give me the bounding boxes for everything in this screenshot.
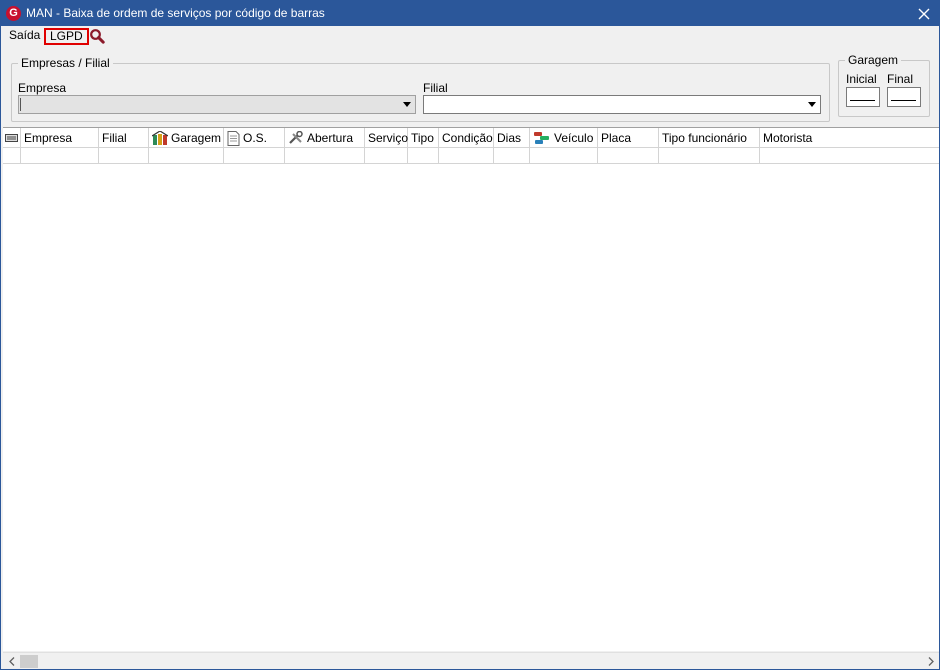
- magnifier-icon: [90, 29, 105, 44]
- col-placa[interactable]: Placa: [598, 128, 659, 148]
- col-veiculo[interactable]: Veículo: [530, 128, 598, 148]
- menu-lgpd[interactable]: LGPD: [44, 28, 89, 45]
- col-motorista-label: Motorista: [763, 131, 813, 145]
- col-abertura-label: Abertura: [307, 131, 354, 145]
- cell-empresa[interactable]: [21, 148, 99, 164]
- col-motorista[interactable]: Motorista: [760, 128, 939, 148]
- close-icon: [918, 8, 930, 19]
- chevron-down-icon: [402, 102, 411, 107]
- tools-icon: [289, 131, 303, 144]
- main-window: G MAN - Baixa de ordem de serviços por c…: [0, 0, 940, 670]
- vehicles-icon: [534, 132, 549, 144]
- garagem-legend: Garagem: [848, 53, 899, 67]
- col-filial-label: Filial: [102, 131, 127, 145]
- row-indicator-cell: [3, 148, 21, 164]
- empresas-filial-legend: Empresas / Filial: [21, 56, 110, 70]
- filial-dropdown-button[interactable]: [804, 97, 819, 112]
- keyboard-icon: [5, 134, 18, 142]
- cell-placa[interactable]: [598, 148, 659, 164]
- final-label: Final: [887, 72, 914, 86]
- text-caret: [20, 98, 21, 111]
- col-servico[interactable]: Serviço: [365, 128, 408, 148]
- orders-grid[interactable]: Empresa Filial Garagem O.S. Abertura Ser…: [3, 127, 939, 651]
- col-os-label: O.S.: [243, 131, 268, 145]
- col-os[interactable]: O.S.: [224, 128, 285, 148]
- grid-header: Empresa Filial Garagem O.S. Abertura Ser…: [3, 128, 939, 148]
- filial-combobox[interactable]: [423, 95, 821, 114]
- inicial-label: Inicial: [846, 72, 877, 86]
- col-garagem-label: Garagem: [171, 131, 222, 145]
- col-tipo-funcionario-label: Tipo funcionário: [662, 131, 747, 145]
- col-empresa[interactable]: Empresa: [21, 128, 99, 148]
- col-veiculo-label: Veículo: [554, 131, 594, 145]
- cell-veiculo[interactable]: [530, 148, 598, 164]
- scroll-right-button[interactable]: [922, 653, 939, 670]
- col-abertura[interactable]: Abertura: [285, 128, 365, 148]
- close-button[interactable]: [909, 1, 939, 26]
- empresa-label: Empresa: [18, 81, 67, 95]
- row-indicator-header[interactable]: [3, 128, 21, 148]
- col-dias-label: Dias: [497, 131, 522, 145]
- col-filial[interactable]: Filial: [99, 128, 149, 148]
- garagem-final-input[interactable]: [887, 87, 921, 107]
- col-condicao-label: Condição: [442, 131, 493, 145]
- col-tipo-label: Tipo: [411, 131, 434, 145]
- col-tipo-funcionario[interactable]: Tipo funcionário: [659, 128, 760, 148]
- col-servico-label: Serviço: [368, 131, 409, 145]
- chevron-down-icon: [807, 102, 816, 107]
- col-empresa-label: Empresa: [24, 131, 73, 145]
- app-logo-icon: G: [6, 6, 21, 21]
- horizontal-scrollbar[interactable]: [3, 652, 939, 669]
- empresa-combobox[interactable]: [18, 95, 416, 114]
- title-bar[interactable]: G MAN - Baixa de ordem de serviços por c…: [1, 1, 939, 26]
- cell-motorista[interactable]: [760, 148, 939, 164]
- menu-saida[interactable]: Saída: [6, 28, 43, 45]
- cell-servico[interactable]: [365, 148, 408, 164]
- cell-os[interactable]: [224, 148, 285, 164]
- col-condicao[interactable]: Condição: [439, 128, 494, 148]
- cell-garagem[interactable]: [149, 148, 224, 164]
- table-row[interactable]: [3, 148, 939, 164]
- input-mask: [891, 100, 916, 101]
- cell-tipo[interactable]: [408, 148, 439, 164]
- cell-tipo-funcionario[interactable]: [659, 148, 760, 164]
- col-tipo[interactable]: Tipo: [408, 128, 439, 148]
- col-placa-label: Placa: [601, 131, 632, 145]
- chevron-right-icon: [928, 657, 934, 666]
- col-dias[interactable]: Dias: [494, 128, 530, 148]
- garage-icon: [152, 130, 168, 145]
- menu-bar: Saída LGPD: [1, 26, 939, 46]
- cell-abertura[interactable]: [285, 148, 365, 164]
- scroll-thumb[interactable]: [20, 655, 38, 668]
- cell-filial[interactable]: [99, 148, 149, 164]
- garagem-inicial-input[interactable]: [846, 87, 880, 107]
- window-title: MAN - Baixa de ordem de serviços por cód…: [26, 6, 325, 20]
- search-button[interactable]: [89, 28, 105, 44]
- input-mask: [850, 100, 875, 101]
- scroll-left-button[interactable]: [3, 653, 20, 670]
- col-garagem[interactable]: Garagem: [149, 128, 224, 148]
- filial-label: Filial: [423, 81, 448, 95]
- cell-dias[interactable]: [494, 148, 530, 164]
- chevron-left-icon: [8, 657, 14, 666]
- document-icon: [227, 130, 240, 146]
- cell-condicao[interactable]: [439, 148, 494, 164]
- empresa-dropdown-button[interactable]: [399, 97, 414, 112]
